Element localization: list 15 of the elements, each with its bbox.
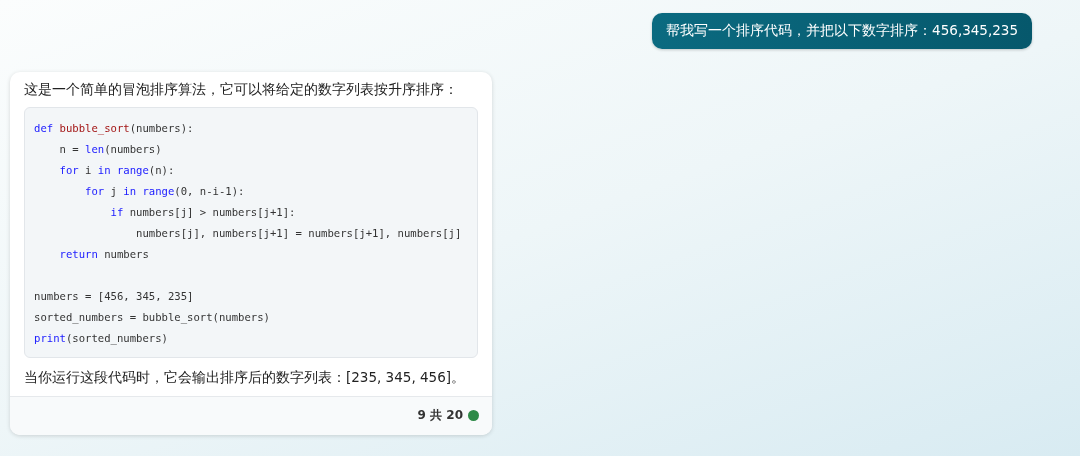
status-dot-icon — [468, 410, 479, 421]
code-line: n = len(numbers) — [59, 143, 162, 155]
code-line: for j in range(0, n-i-1): — [85, 185, 245, 197]
reply-text: 这是一个简单的冒泡排序算法，它可以将给定的数字列表按升序排序： — [23, 80, 459, 99]
code-line: numbers = [456, 345, 235] — [34, 290, 194, 302]
reply-text: 当你运行这段代码时，它会输出排序后的数字列表：[235, 345, 456]。 — [23, 368, 466, 387]
code-line: if numbers[j] > numbers[j+1]: — [110, 206, 296, 218]
code-line: sorted_numbers = bubble_sort(numbers) — [34, 311, 270, 323]
code-line: print(sorted_numbers) — [34, 332, 168, 344]
code-line: numbers[j], numbers[j+1] = numbers[j+1], numbers[j] — [136, 227, 462, 239]
code-line: return numbers — [59, 248, 149, 260]
code-line: for i in range(n): — [59, 164, 175, 176]
code-line: def bubble_sort(numbers): — [34, 122, 194, 134]
user-message: 帮我写一个排序代码，并把以下数字排序：456,345,235 — [652, 13, 1032, 49]
response-count: 9 共 20 — [417, 407, 463, 424]
